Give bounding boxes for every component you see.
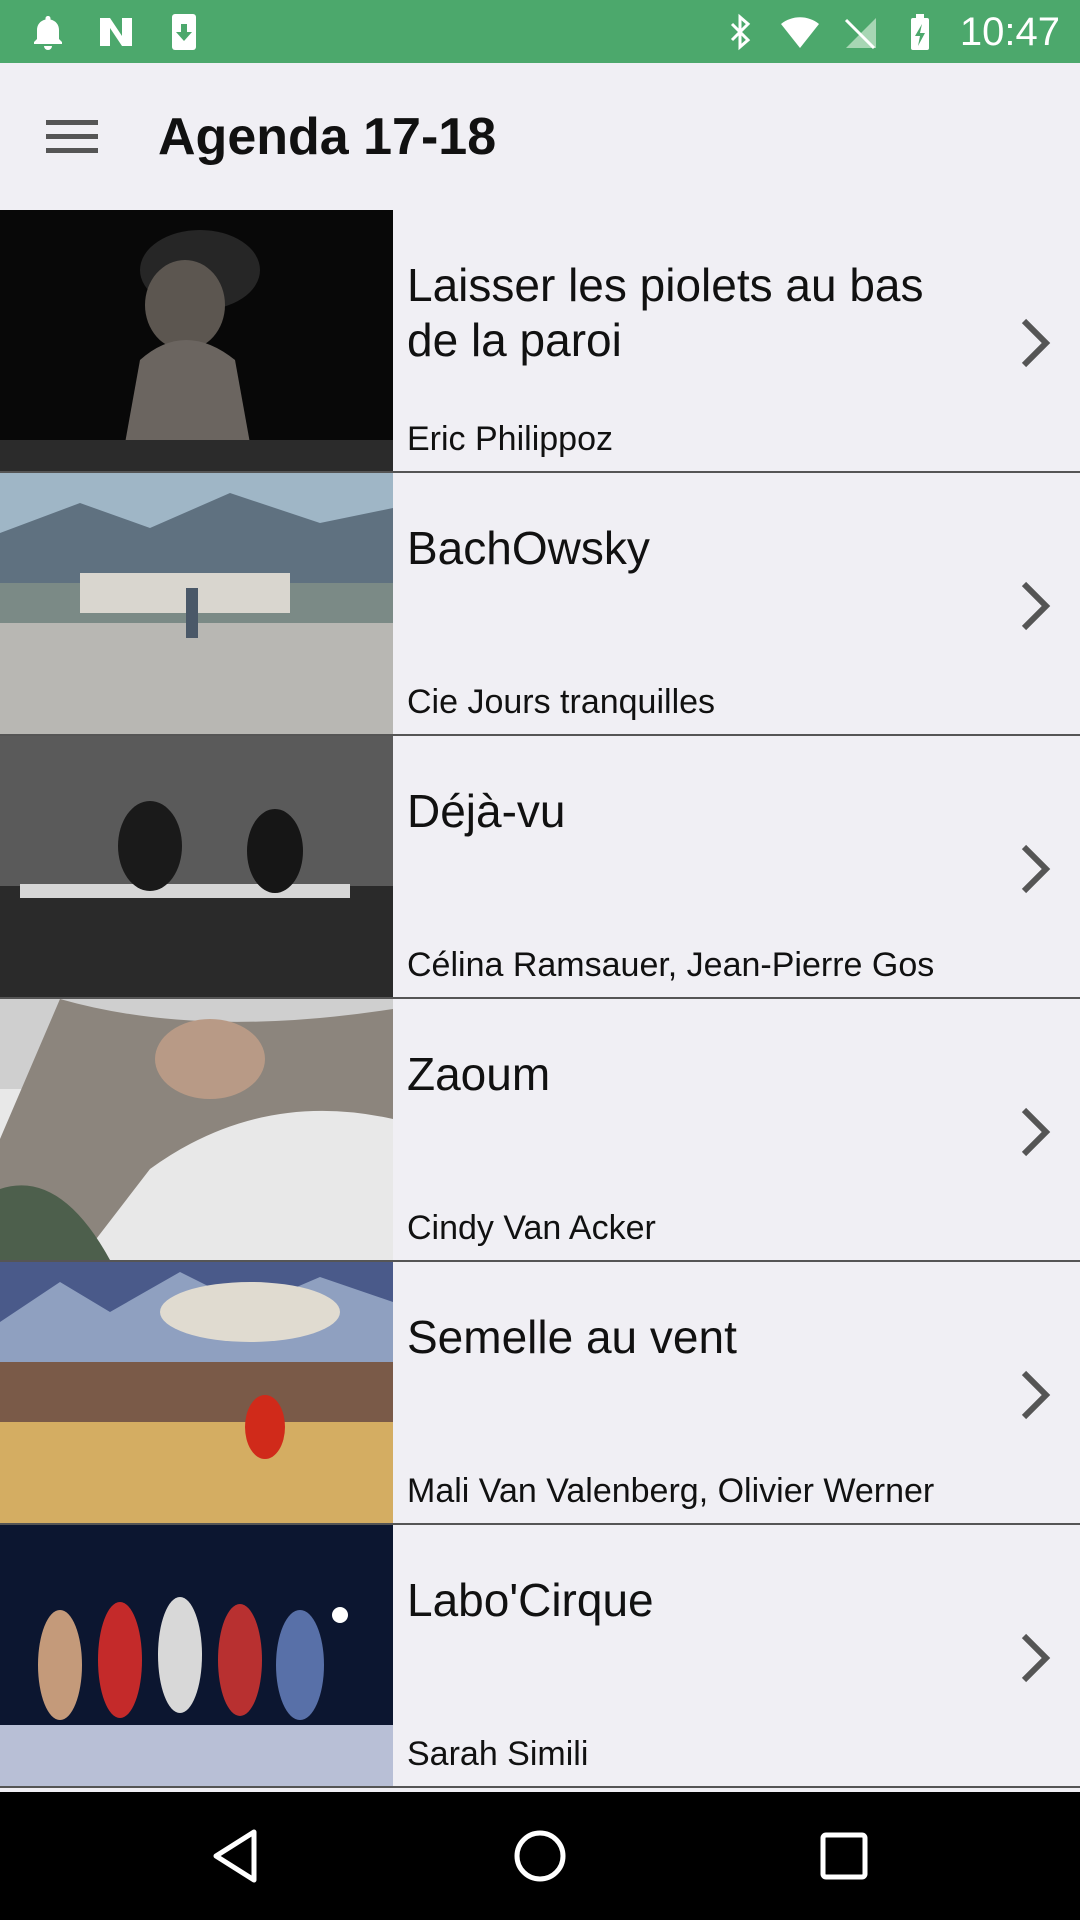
event-title: Déjà-vu xyxy=(407,785,566,837)
event-title: Laisser les piolets au bas de la paroi xyxy=(407,259,924,366)
hamburger-menu-icon xyxy=(46,120,98,153)
event-title: Semelle au vent xyxy=(407,1311,737,1363)
download-icon xyxy=(172,14,196,50)
navigation-bar xyxy=(0,1792,1080,1920)
event-row[interactable]: BachOwsky Cie Jours tranquilles xyxy=(0,473,1080,736)
event-row[interactable]: Semelle au vent Mali Van Valenberg, Oliv… xyxy=(0,1262,1080,1525)
chevron-right-icon xyxy=(1021,1633,1051,1683)
chevron-right-icon xyxy=(1021,318,1051,368)
event-row[interactable]: Zaoum Cindy Van Acker xyxy=(0,999,1080,1262)
event-subtitle: Mali Van Valenberg, Olivier Werner xyxy=(407,1472,935,1510)
chevron-right-icon xyxy=(1021,1370,1051,1420)
app-bar: Agenda 17-18 xyxy=(0,63,1080,210)
recents-square-icon[interactable] xyxy=(814,1826,874,1886)
status-bar: 10:47 xyxy=(0,0,1080,63)
event-row[interactable]: Laisser les piolets au bas de la paroi E… xyxy=(0,210,1080,473)
event-subtitle: Eric Philippoz xyxy=(407,420,613,458)
home-circle-icon[interactable] xyxy=(510,1826,570,1886)
bluetooth-icon xyxy=(730,13,751,51)
status-clock: 10:47 xyxy=(959,9,1060,54)
page-title: Agenda 17-18 xyxy=(158,108,497,166)
n-app-icon xyxy=(100,18,132,46)
chevron-right-icon xyxy=(1021,581,1051,631)
event-thumbnail xyxy=(0,473,393,734)
chevron-right-icon xyxy=(1021,844,1051,894)
chevron-right-icon xyxy=(1021,1107,1051,1157)
event-subtitle: Sarah Simili xyxy=(407,1735,589,1773)
battery-charging-icon xyxy=(910,14,929,50)
event-thumbnail xyxy=(0,736,393,997)
event-title: Labo'Cirque xyxy=(407,1574,654,1626)
notification-bell-icon xyxy=(34,16,62,50)
event-thumbnail xyxy=(0,1262,393,1523)
event-subtitle: Célina Ramsauer, Jean-Pierre Gos xyxy=(407,946,935,984)
event-row[interactable]: Labo'Cirque Sarah Simili xyxy=(0,1525,1080,1788)
back-triangle-icon[interactable] xyxy=(206,1826,266,1886)
no-sim-icon xyxy=(844,18,876,50)
event-row[interactable]: Déjà-vu Célina Ramsauer, Jean-Pierre Gos xyxy=(0,736,1080,999)
event-thumbnail xyxy=(0,1525,393,1786)
menu-button[interactable] xyxy=(38,103,106,171)
wifi-icon xyxy=(780,17,819,48)
event-thumbnail xyxy=(0,210,393,471)
event-thumbnail xyxy=(0,999,393,1260)
event-title: BachOwsky xyxy=(407,522,650,574)
event-list: Laisser les piolets au bas de la paroi E… xyxy=(0,210,1080,1788)
event-title: Zaoum xyxy=(407,1048,551,1100)
event-subtitle: Cindy Van Acker xyxy=(407,1209,656,1247)
event-subtitle: Cie Jours tranquilles xyxy=(407,683,716,721)
